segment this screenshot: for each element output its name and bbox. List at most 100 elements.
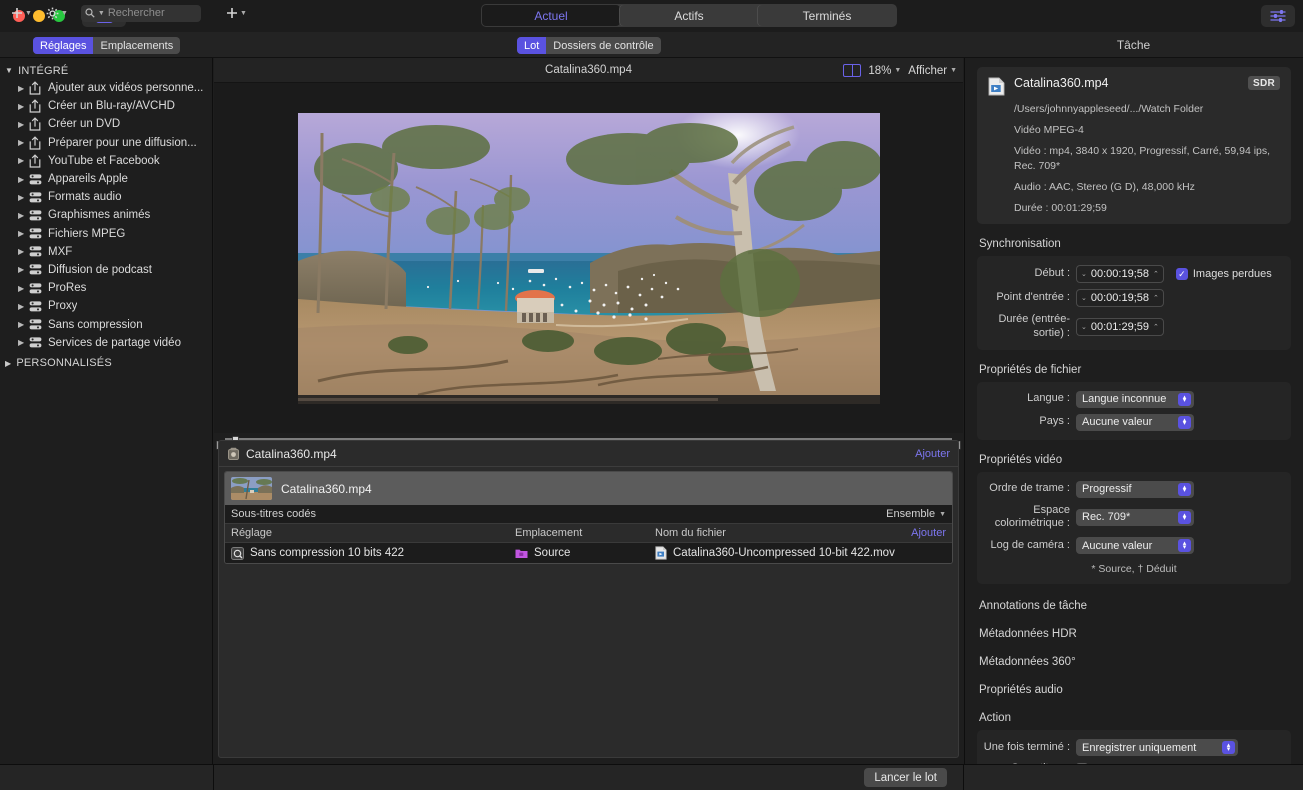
tab-lot[interactable]: Lot — [517, 37, 546, 54]
tab-actifs[interactable]: Actifs — [620, 5, 758, 26]
section-title-job-annotations[interactable]: Annotations de tâche — [979, 600, 1303, 612]
inspector-toggle-button[interactable] — [1261, 5, 1295, 27]
stepper-arrows-icon[interactable]: ▴▾ — [1178, 511, 1191, 524]
zoom-level-menu[interactable]: 18% ▼ — [868, 65, 901, 77]
status-tabs[interactable]: Actuel Actifs Terminés — [481, 4, 897, 27]
settings-action-button[interactable]: ▼ — [41, 7, 73, 20]
start-batch-button[interactable]: Lancer le lot — [864, 768, 947, 787]
tab-emplacements[interactable]: Emplacements — [93, 37, 180, 54]
video-viewer[interactable] — [214, 83, 963, 433]
chevron-up-icon[interactable]: ⌃ — [1153, 294, 1159, 302]
table-row[interactable]: Sans compression 10 bits 422 Source — [225, 543, 952, 563]
batch-mode-tabs[interactable]: Lot Dossiers de contrôle — [517, 37, 661, 54]
stepper-arrows-icon[interactable]: ▴▾ — [1178, 539, 1191, 552]
field-order-select[interactable]: Progressif ▴▾ — [1076, 481, 1194, 498]
disclosure-triangle-right-icon[interactable]: ▶ — [18, 265, 29, 274]
section-title-audio-properties[interactable]: Propriétés audio — [979, 684, 1303, 696]
sidebar-group-integre[interactable]: ▼ INTÉGRÉ — [0, 62, 212, 79]
sidebar-item[interactable]: ▶Créer un DVD — [0, 115, 212, 133]
chevron-down-icon[interactable]: ⌄ — [1081, 323, 1087, 331]
when-done-select[interactable]: Enregistrer uniquement ▴▾ — [1076, 739, 1238, 756]
chevron-down-icon[interactable]: ▼ — [25, 10, 32, 17]
drop-frame-row[interactable]: ✓ Images perdues — [1176, 268, 1272, 280]
country-select[interactable]: Aucune valeur ▴▾ — [1076, 414, 1194, 431]
stepper-arrows-icon[interactable]: ▴▾ — [1178, 393, 1191, 406]
sidebar-item[interactable]: ▶Formats audio — [0, 188, 212, 206]
sidebar-item[interactable]: ▶ProRes — [0, 279, 212, 297]
sidebar-group-personnalises[interactable]: ▶ PERSONNALISÉS — [0, 355, 212, 372]
panorama-image — [298, 113, 880, 404]
sidebar-item[interactable]: ▶MXF — [0, 243, 212, 261]
tab-actuel[interactable]: Actuel — [482, 5, 620, 26]
country-label: Pays : — [977, 415, 1076, 429]
batch-add-link[interactable]: Ajouter — [915, 448, 950, 460]
chevron-down-icon[interactable]: ▼ — [240, 10, 247, 17]
in-point-timecode-field[interactable]: ⌄ 00:00:19;58 ⌃ — [1076, 289, 1164, 307]
outputs-add-link[interactable]: Ajouter — [897, 527, 952, 539]
sidebar-item[interactable]: ▶YouTube et Facebook — [0, 152, 212, 170]
tab-dossiers-de-controle[interactable]: Dossiers de contrôle — [546, 37, 660, 54]
disclosure-triangle-right-icon[interactable]: ▶ — [5, 359, 11, 368]
sidebar-item[interactable]: ▶Fichiers MPEG — [0, 225, 212, 243]
disclosure-triangle-down-icon[interactable]: ▼ — [5, 66, 13, 75]
duration-timecode-field[interactable]: ⌄ 00:01:29;59 ⌃ — [1076, 318, 1164, 336]
job-header[interactable]: Catalina360.mp4 — [225, 472, 952, 505]
disclosure-triangle-right-icon[interactable]: ▶ — [18, 338, 29, 347]
chevron-down-icon[interactable]: ⌄ — [1081, 270, 1087, 278]
add-setting-button[interactable]: ▼ — [6, 7, 37, 19]
camera-log-select[interactable]: Aucune valeur ▴▾ — [1076, 537, 1194, 554]
sidebar-item[interactable]: ▶Sans compression — [0, 315, 212, 333]
start-timecode-field[interactable]: ⌄ 00:00:19;58 ⌃ — [1076, 265, 1164, 283]
stepper-arrows-icon[interactable]: ▴▾ — [1222, 741, 1235, 754]
disclosure-triangle-right-icon[interactable]: ▶ — [18, 211, 29, 220]
language-select[interactable]: Langue inconnue ▴▾ — [1076, 391, 1194, 408]
disclosure-triangle-right-icon[interactable]: ▶ — [18, 302, 29, 311]
stepper-arrows-icon[interactable]: ▴▾ — [1178, 416, 1191, 429]
section-title-360-metadata[interactable]: Métadonnées 360° — [979, 656, 1303, 668]
disclosure-triangle-right-icon[interactable]: ▶ — [18, 138, 29, 147]
closed-captions-menu[interactable]: Ensemble ▼ — [886, 508, 946, 520]
disclosure-triangle-right-icon[interactable]: ▶ — [18, 175, 29, 184]
view-menu[interactable]: Afficher ▼ — [908, 65, 957, 77]
job-card[interactable]: Catalina360.mp4 Sous-titres codés Ensemb… — [224, 471, 953, 564]
column-header-reglage: Réglage — [225, 527, 515, 539]
disclosure-triangle-right-icon[interactable]: ▶ — [18, 320, 29, 329]
setting-icon — [29, 318, 48, 331]
drop-frame-checkbox[interactable]: ✓ — [1176, 268, 1188, 280]
tab-reglages[interactable]: Réglages — [33, 37, 93, 54]
disclosure-triangle-right-icon[interactable]: ▶ — [18, 284, 29, 293]
chevron-up-icon[interactable]: ⌃ — [1153, 323, 1159, 331]
sidebar-item[interactable]: ▶Créer un Blu-ray/AVCHD — [0, 97, 212, 115]
chevron-up-icon[interactable]: ⌃ — [1153, 270, 1159, 278]
split-view-icon[interactable] — [843, 64, 861, 77]
disclosure-triangle-right-icon[interactable]: ▶ — [18, 156, 29, 165]
sidebar-item[interactable]: ▶Préparer pour une diffusion... — [0, 134, 212, 152]
disclosure-triangle-right-icon[interactable]: ▶ — [18, 247, 29, 256]
section-title-hdr-metadata[interactable]: Métadonnées HDR — [979, 628, 1303, 640]
sidebar-item[interactable]: ▶Appareils Apple — [0, 170, 212, 188]
batch-panel: Catalina360.mp4 Ajouter — [218, 440, 959, 758]
job-name: Catalina360.mp4 — [281, 482, 372, 496]
sidebar-item[interactable]: ▶Diffusion de podcast — [0, 261, 212, 279]
sliders-icon — [1270, 9, 1286, 23]
disclosure-triangle-right-icon[interactable]: ▶ — [18, 102, 29, 111]
setting-icon — [29, 300, 48, 313]
chevron-down-icon[interactable]: ▼ — [61, 10, 68, 17]
sidebar-item[interactable]: ▶Services de partage vidéo — [0, 334, 212, 352]
search-input[interactable]: ▼ Rechercher — [81, 5, 201, 22]
sidebar-item[interactable]: ▶Graphismes animés — [0, 206, 212, 224]
chevron-down-icon[interactable]: ▼ — [98, 10, 105, 17]
disclosure-triangle-right-icon[interactable]: ▶ — [18, 229, 29, 238]
add-job-button[interactable]: ▼ — [221, 7, 252, 19]
sidebar-item[interactable]: ▶Ajouter aux vidéos personne... — [0, 79, 212, 97]
chevron-down-icon[interactable]: ⌄ — [1081, 294, 1087, 302]
color-space-select[interactable]: Rec. 709* ▴▾ — [1076, 509, 1194, 526]
chevron-down-icon: ▼ — [939, 511, 946, 518]
sidebar-mode-tabs[interactable]: Réglages Emplacements — [33, 37, 180, 54]
tab-termines[interactable]: Terminés — [758, 5, 896, 26]
stepper-arrows-icon[interactable]: ▴▾ — [1178, 483, 1191, 496]
disclosure-triangle-right-icon[interactable]: ▶ — [18, 193, 29, 202]
disclosure-triangle-right-icon[interactable]: ▶ — [18, 84, 29, 93]
sidebar-item[interactable]: ▶Proxy — [0, 297, 212, 315]
disclosure-triangle-right-icon[interactable]: ▶ — [18, 120, 29, 129]
